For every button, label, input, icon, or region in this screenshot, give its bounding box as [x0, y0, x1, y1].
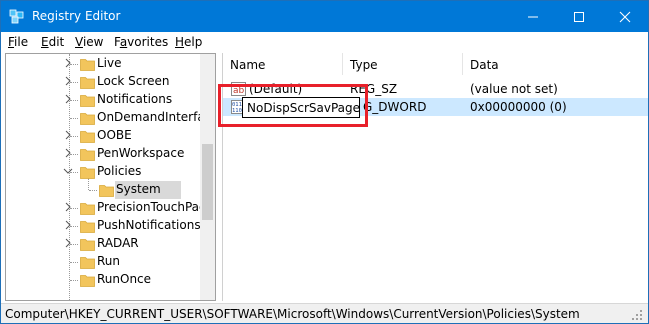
title-bar[interactable]: Registry Editor: [1, 1, 648, 32]
menu-file-label: ile: [14, 35, 29, 49]
menu-edit-label: dit: [48, 35, 65, 49]
value-type: G_DWORD: [363, 100, 427, 114]
menu-favorites-label: vorites: [127, 35, 169, 49]
close-icon: [619, 11, 631, 23]
chevron-right-icon[interactable]: [63, 148, 73, 158]
maximize-button[interactable]: [556, 1, 602, 32]
menu-edit[interactable]: Edit: [41, 35, 64, 49]
registry-editor-icon: [9, 9, 24, 24]
tree-item[interactable]: Run: [6, 253, 200, 271]
chevron-right-icon[interactable]: [63, 76, 73, 86]
chevron-down-icon[interactable]: [63, 166, 73, 176]
menu-view-label: iew: [82, 35, 104, 49]
tree-item-label: Policies: [97, 164, 142, 178]
folder-icon: [80, 113, 95, 125]
tree-item-label: Lock Screen: [97, 74, 170, 88]
menu-help-accelerator: H: [175, 35, 185, 49]
menu-bar: File Edit View Favorites Help: [1, 32, 648, 52]
column-header-data[interactable]: Data: [470, 58, 499, 72]
chevron-right-icon[interactable]: [63, 220, 73, 230]
status-bar: Computer\HKEY_CURRENT_USER\SOFTWARE\Micr…: [1, 303, 648, 323]
column-divider[interactable]: [342, 53, 343, 75]
tree-item[interactable]: OOBE: [6, 127, 200, 145]
menu-edit-accelerator: E: [41, 35, 49, 49]
registry-editor-window: Registry Editor File Edit View Favorites…: [0, 0, 649, 324]
tree-item-label: RADAR: [97, 236, 139, 250]
tree-item[interactable]: PenWorkspace: [6, 145, 200, 163]
window-title: Registry Editor: [32, 9, 121, 23]
tree-item[interactable]: OnDemandInterfac: [6, 109, 211, 127]
tree-item[interactable]: RADAR: [6, 235, 200, 253]
column-header-name[interactable]: Name: [230, 58, 265, 72]
tree-item-label: Live: [97, 56, 122, 70]
folder-icon: [80, 257, 95, 269]
tree-guide-line: [70, 118, 78, 119]
tree-item[interactable]: PushNotifications: [6, 217, 201, 235]
resize-grip-icon[interactable]: [631, 309, 643, 321]
tree-item-label: Run: [97, 254, 121, 268]
folder-icon: [80, 95, 95, 107]
tree-scrollbar[interactable]: [200, 54, 215, 300]
menu-view-accelerator: V: [75, 35, 83, 49]
annotation-highlight-box: [218, 84, 368, 127]
tree-item-label: RunOnce: [97, 272, 152, 286]
tree-item-label: Notifications: [97, 92, 173, 106]
close-button[interactable]: [602, 1, 648, 32]
maximize-icon: [574, 12, 584, 22]
tree-item-label: PrecisionTouchPad: [97, 200, 207, 214]
chevron-right-icon[interactable]: [63, 202, 73, 212]
menu-help-label: elp: [184, 35, 203, 49]
menu-file[interactable]: File: [8, 35, 28, 49]
chevron-right-icon[interactable]: [63, 130, 73, 140]
value-data: (value not set): [470, 82, 558, 96]
tree-item[interactable]: Lock Screen: [6, 73, 200, 91]
tree-item-label: System: [116, 182, 161, 196]
minimize-button[interactable]: [510, 1, 556, 32]
minimize-icon: [528, 16, 538, 18]
folder-icon: [80, 221, 95, 233]
tree-item[interactable]: PrecisionTouchPad: [6, 199, 207, 217]
folder-icon: [80, 167, 95, 179]
value-data: 0x00000000 (0): [470, 100, 567, 114]
folder-icon: [80, 149, 95, 161]
tree-scrollbar-thumb[interactable]: [202, 144, 213, 220]
tree-item-label: PushNotifications: [97, 218, 201, 232]
menu-help[interactable]: Help: [175, 35, 202, 49]
tree-item[interactable]: Notifications: [6, 91, 200, 109]
tree-item[interactable]: Policies: [6, 163, 200, 181]
folder-icon: [80, 275, 95, 287]
chevron-right-icon[interactable]: [63, 58, 73, 68]
menu-favorites[interactable]: Favorites: [114, 35, 168, 49]
folder-icon: [80, 239, 95, 251]
folder-icon: [80, 203, 95, 215]
key-tree[interactable]: Live Lock Screen Notifications OnDemandInte…: [5, 53, 216, 301]
chevron-right-icon[interactable]: [63, 94, 73, 104]
folder-icon: [80, 131, 95, 143]
column-divider[interactable]: [462, 53, 463, 75]
tree-guide-line: [70, 280, 78, 281]
tree-item-label: OOBE: [97, 128, 132, 142]
tree-guide-line: [70, 262, 78, 263]
folder-icon: [99, 185, 114, 197]
tree-guide-line: [89, 190, 97, 191]
tree-item[interactable]: RunOnce: [6, 271, 200, 289]
tree-item-label: PenWorkspace: [97, 146, 185, 160]
tree-item-label: OnDemandInterfac: [97, 110, 212, 124]
folder-icon: [80, 59, 95, 71]
folder-icon: [80, 77, 95, 89]
tree-item[interactable]: Live: [6, 55, 200, 73]
column-header-type[interactable]: Type: [350, 58, 378, 72]
chevron-right-icon[interactable]: [63, 238, 73, 248]
menu-view[interactable]: View: [75, 35, 103, 49]
tree-item[interactable]: System: [6, 181, 200, 199]
status-path: Computer\HKEY_CURRENT_USER\SOFTWARE\Micr…: [5, 307, 580, 321]
